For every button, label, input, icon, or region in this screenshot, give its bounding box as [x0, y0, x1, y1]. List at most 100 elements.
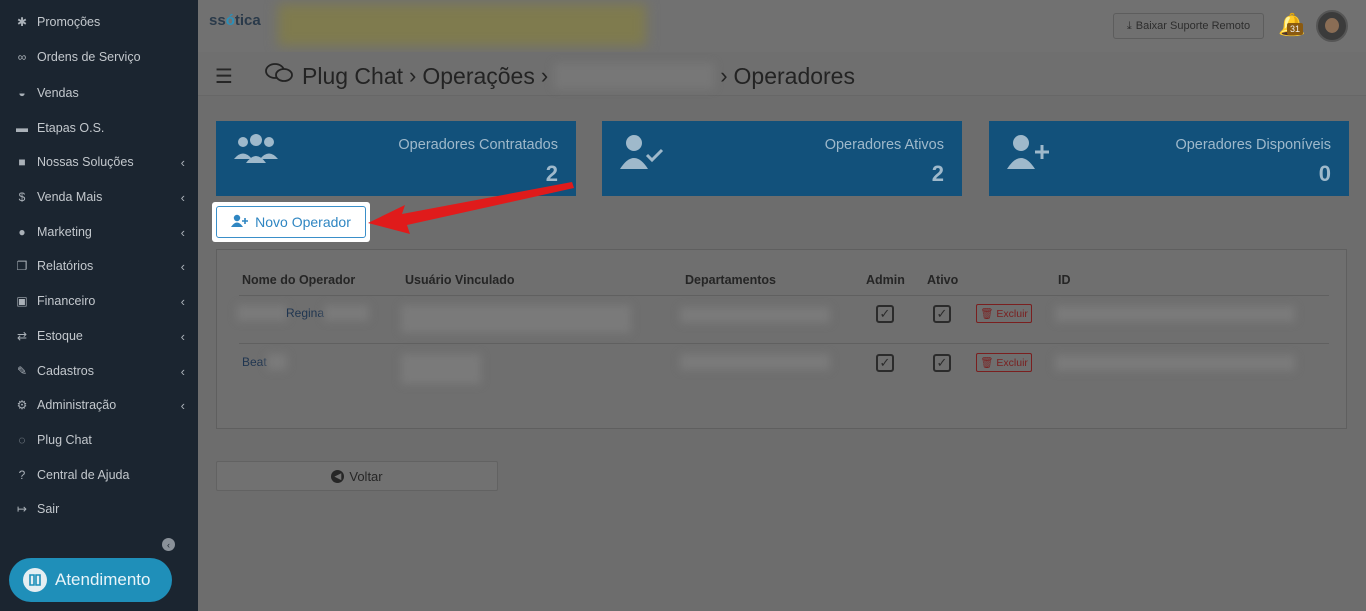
sidebar-item-financeiro[interactable]: ▣ Financeiro ‹	[0, 286, 198, 316]
breadcrumb-operacoes[interactable]: Operações	[422, 63, 535, 90]
arrow-left-icon: ◀	[331, 469, 345, 483]
chevron-left-icon: ‹	[180, 189, 185, 205]
sidebar-item-label: Financeiro	[37, 294, 96, 308]
voltar-button[interactable]: ◀ Voltar	[216, 461, 498, 491]
redacted-cell	[1055, 306, 1295, 322]
basket-icon: ◒	[18, 86, 26, 100]
sidebar: ✱ Promoções ∞ Ordens de Serviço ◒ Vendas ▬ E…	[0, 0, 198, 611]
card-label: Operadores Ativos	[824, 137, 944, 153]
sidebar-item-vendas[interactable]: ◒ Vendas	[0, 78, 198, 108]
avatar[interactable]	[1316, 10, 1348, 42]
chevron-left-icon: ‹	[180, 258, 185, 274]
column-header: Usuário Vinculado	[405, 273, 515, 287]
redacted-cell	[267, 354, 287, 370]
sidebar-item-label: Relatórios	[37, 259, 94, 273]
breadcrumb-separator-icon: ›	[720, 63, 728, 88]
column-header: Ativo	[927, 273, 959, 287]
sidebar-item-label: Vendas	[37, 86, 79, 100]
operator-name: Beat	[242, 355, 267, 369]
chevron-left-icon: ‹	[180, 363, 185, 379]
ativo-checkbox[interactable]: ✓	[933, 354, 951, 372]
operators-table: Nome do Operador Usuário Vinculado Depar…	[216, 249, 1347, 429]
admin-checkbox[interactable]: ✓	[876, 305, 894, 323]
money-icon: ▣	[16, 294, 28, 308]
chevron-left-icon: ‹	[180, 328, 185, 344]
delete-label: Excluir	[996, 307, 1028, 320]
admin-checkbox[interactable]: ✓	[876, 354, 894, 372]
redacted-cell	[401, 305, 631, 333]
redacted-cell	[680, 354, 830, 370]
breadcrumb-plug-chat[interactable]: Plug Chat	[302, 63, 403, 90]
sign-out-icon: ↦	[16, 502, 28, 516]
user-plus-icon	[231, 214, 249, 231]
column-header: Admin	[866, 273, 905, 287]
sidebar-item-central-de-ajuda[interactable]: ? Central de Ajuda	[0, 460, 198, 490]
sidebar-item-sair[interactable]: ↦ Sair	[0, 494, 198, 524]
main-content: ssótica ⤓ Baixar Suporte Remoto 🔔 31 ☰ P…	[198, 0, 1366, 611]
sidebar-item-plug-chat[interactable]: ◌ Plug Chat	[0, 425, 198, 455]
sidebar-item-ordens-de-servico[interactable]: ∞ Ordens de Serviço	[0, 42, 198, 72]
redacted-cell	[237, 305, 287, 321]
card-operadores-disponiveis: Operadores Disponíveis 0	[989, 121, 1349, 196]
question-icon: ?	[18, 468, 26, 482]
novo-operador-button[interactable]: Novo Operador	[216, 206, 366, 238]
logo[interactable]: ssótica	[209, 12, 261, 29]
novo-operador-label: Novo Operador	[255, 214, 351, 230]
exchange-icon: ⇄	[16, 329, 28, 343]
sidebar-item-label: Nossas Soluções	[37, 155, 134, 169]
sidebar-item-relatorios[interactable]: ❐ Relatórios ‹	[0, 251, 198, 281]
operator-name: Regina	[286, 306, 325, 320]
comments-icon: ●	[18, 225, 26, 239]
user-plus-icon	[1006, 133, 1052, 179]
trash-icon: 🗑	[980, 308, 994, 320]
breadcrumb-separator-icon: ›	[409, 63, 417, 88]
cogs-icon: ⚙	[16, 398, 28, 412]
sidebar-item-nossas-solucoes[interactable]: ■ Nossas Soluções ‹	[0, 147, 198, 177]
book-icon	[23, 568, 47, 592]
sidebar-item-label: Sair	[37, 502, 60, 516]
delete-button[interactable]: 🗑 Excluir	[976, 353, 1032, 372]
chevron-left-icon: ‹	[180, 154, 185, 170]
sidebar-item-promocoes[interactable]: ✱ Promoções	[0, 7, 198, 37]
breadcrumb-redacted	[554, 63, 715, 89]
sidebar-item-administracao[interactable]: ⚙ Administração ‹	[0, 390, 198, 420]
glasses-icon: ∞	[17, 50, 27, 64]
column-header: Departamentos	[685, 273, 776, 287]
delete-button[interactable]: 🗑 Excluir	[976, 304, 1032, 323]
sidebar-item-label: Venda Mais	[37, 190, 103, 204]
download-remote-support-button[interactable]: ⤓ Baixar Suporte Remoto	[1113, 13, 1264, 39]
delete-label: Excluir	[996, 356, 1028, 369]
atendimento-button[interactable]: Atendimento	[9, 558, 172, 602]
sidebar-item-marketing[interactable]: ● Marketing ‹	[0, 217, 198, 247]
download-icon: ⤓	[1126, 19, 1132, 32]
ativo-checkbox[interactable]: ✓	[933, 305, 951, 323]
download-remote-support-label: Baixar Suporte Remoto	[1135, 20, 1251, 32]
sidebar-item-etapas-os[interactable]: ▬ Etapas O.S.	[0, 113, 198, 143]
redacted-cell	[1055, 355, 1295, 371]
breadcrumb-separator-icon: ›	[540, 63, 549, 88]
sidebar-item-label: Estoque	[37, 329, 83, 343]
sidebar-item-venda-mais[interactable]: $ Venda Mais ‹	[0, 182, 198, 212]
sidebar-item-label: Administração	[37, 398, 117, 412]
sidebar-item-label: Plug Chat	[37, 433, 92, 447]
chevron-left-icon: ‹	[180, 224, 185, 240]
redacted-banner	[278, 4, 646, 46]
logo-text: ó	[225, 12, 235, 29]
user-check-icon	[619, 133, 665, 179]
dollar-icon: $	[18, 190, 26, 204]
sidebar-collapse-button[interactable]: ‹	[162, 538, 175, 551]
divider	[239, 343, 1329, 344]
breadcrumb: Plug Chat › Operações › › Operadores	[264, 61, 855, 91]
divider	[239, 295, 1329, 296]
users-icon	[233, 133, 279, 177]
voltar-label: Voltar	[349, 468, 383, 484]
sidebar-item-label: Central de Ajuda	[37, 468, 130, 482]
sidebar-item-cadastros[interactable]: ✎ Cadastros ‹	[0, 356, 198, 386]
sidebar-item-label: Promoções	[37, 15, 101, 29]
sidebar-item-label: Cadastros	[37, 364, 94, 378]
sidebar-item-estoque[interactable]: ⇄ Estoque ‹	[0, 321, 198, 351]
logo-text: tica	[234, 12, 261, 29]
chevron-left-icon: ‹	[180, 293, 185, 309]
menu-toggle-icon[interactable]: ☰	[215, 64, 233, 89]
notification-badge: 31	[1287, 23, 1304, 35]
